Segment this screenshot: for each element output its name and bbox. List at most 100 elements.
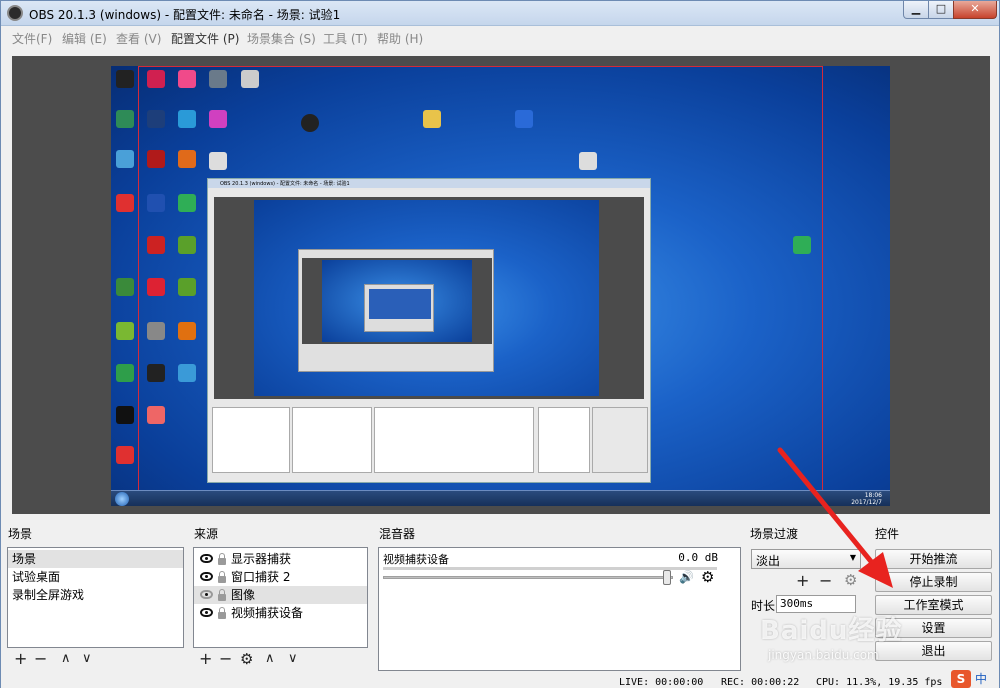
volume-slider-track[interactable] xyxy=(383,576,673,579)
menu-file[interactable]: 文件(F) xyxy=(12,30,52,47)
source-item[interactable]: 视频捕获设备 xyxy=(194,604,367,622)
nested-preview xyxy=(214,197,644,399)
desktop-app-icon xyxy=(178,194,196,212)
desktop-app-icon xyxy=(579,152,597,170)
start-streaming-button[interactable]: 开始推流 xyxy=(875,549,992,569)
baidu-watermark-logo: Baidu经验 xyxy=(760,616,903,646)
desktop-app-icon xyxy=(147,236,165,254)
visibility-eye-icon[interactable] xyxy=(200,554,213,563)
status-bar: LIVE: 00:00:00 REC: 00:00:22 CPU: 11.3%,… xyxy=(1,677,999,688)
desktop-app-icon xyxy=(178,322,196,340)
speaker-mute-icon[interactable]: 🔊 xyxy=(679,570,694,584)
hidden-eye-icon[interactable] xyxy=(200,590,213,599)
obs-desktop-icon xyxy=(301,114,319,132)
remove-source-button[interactable]: − xyxy=(219,650,232,668)
stop-recording-button[interactable]: 停止录制 xyxy=(875,572,992,592)
desktop-app-icon xyxy=(116,70,134,88)
remove-scene-button[interactable]: − xyxy=(34,650,47,668)
tray-clock: 18:06 2017/12/7 xyxy=(851,492,882,506)
desktop-app-icon xyxy=(178,278,196,296)
source-properties-gear-icon[interactable]: ⚙ xyxy=(240,650,253,668)
nested-obs-window-level3 xyxy=(364,284,434,332)
scenes-list[interactable]: 场景 试验桌面 录制全屏游戏 xyxy=(7,547,184,648)
menu-view[interactable]: 查看 (V) xyxy=(116,30,161,47)
lock-icon[interactable] xyxy=(218,607,226,619)
desktop-app-icon xyxy=(147,278,165,296)
menu-scene-collection[interactable]: 场景集合 (S) xyxy=(247,30,316,47)
transition-select[interactable]: 淡出 ▼ xyxy=(751,549,861,569)
desktop-app-icon xyxy=(178,236,196,254)
ime-mode-indicator[interactable]: 中 xyxy=(975,670,987,687)
lock-icon[interactable] xyxy=(218,553,226,565)
lock-icon[interactable] xyxy=(218,571,226,583)
nested-controls-panel xyxy=(592,407,648,473)
menu-tools[interactable]: 工具 (T) xyxy=(323,30,368,47)
move-scene-up-button[interactable]: ∧ xyxy=(61,650,71,668)
baidu-watermark-url: jingyan.baidu.com xyxy=(768,648,879,662)
nested-obs-window: OBS 20.1.3 (windows) - 配置文件: 未命名 - 场景: 试… xyxy=(207,178,651,483)
menu-edit[interactable]: 编辑 (E) xyxy=(62,30,107,47)
visibility-eye-icon[interactable] xyxy=(200,572,213,581)
scene-item[interactable]: 场景 xyxy=(8,550,183,568)
title-bar[interactable]: OBS 20.1.3 (windows) - 配置文件: 未命名 - 场景: 试… xyxy=(1,1,999,26)
desktop-app-icon xyxy=(178,150,196,168)
nested-mixer-panel xyxy=(374,407,534,473)
menu-profile[interactable]: 配置文件 (P) xyxy=(171,30,239,47)
obs-logo-icon xyxy=(7,5,23,21)
sources-list[interactable]: 显示器捕获 窗口捕获 2 图像 视频捕获设备 xyxy=(193,547,368,648)
menu-help[interactable]: 帮助 (H) xyxy=(377,30,423,47)
scene-item[interactable]: 试验桌面 xyxy=(8,568,183,586)
move-source-up-button[interactable]: ∧ xyxy=(265,650,275,668)
nested-obs-window-level2 xyxy=(298,249,494,372)
desktop-app-icon xyxy=(147,194,165,212)
lock-icon[interactable] xyxy=(218,589,226,601)
close-button[interactable]: ✕ xyxy=(953,1,997,19)
desktop-app-icon xyxy=(116,446,134,464)
nested-transitions-panel xyxy=(538,407,590,473)
captured-taskbar: 18:06 2017/12/7 xyxy=(111,490,890,506)
source-label: 图像 xyxy=(231,588,256,602)
desktop-app-icon xyxy=(515,110,533,128)
desktop-app-icon xyxy=(116,150,134,168)
minimize-button[interactable]: ▁ xyxy=(903,1,929,19)
mixer-dock-header: 混音器 xyxy=(376,525,741,543)
scene-item[interactable]: 录制全屏游戏 xyxy=(8,586,183,604)
source-item[interactable]: 显示器捕获 xyxy=(194,550,367,568)
sources-dock-header: 来源 xyxy=(191,525,371,543)
desktop-app-icon xyxy=(147,364,165,382)
captured-desktop: OBS 20.1.3 (windows) - 配置文件: 未命名 - 场景: 试… xyxy=(111,66,890,506)
add-scene-button[interactable]: + xyxy=(14,650,27,668)
selection-frame-right xyxy=(822,66,823,506)
nested-desktop xyxy=(254,200,599,396)
desktop-app-icon xyxy=(178,110,196,128)
source-item[interactable]: 窗口捕获 2 xyxy=(194,568,367,586)
desktop-app-icon xyxy=(147,406,165,424)
transitions-dock-header: 场景过渡 xyxy=(747,525,867,543)
selection-frame-top xyxy=(138,66,823,67)
visibility-eye-icon[interactable] xyxy=(200,608,213,617)
preview-canvas[interactable]: OBS 20.1.3 (windows) - 配置文件: 未命名 - 场景: 试… xyxy=(12,56,990,514)
source-label: 窗口捕获 2 xyxy=(231,570,291,584)
remove-transition-button[interactable]: − xyxy=(819,572,832,590)
transition-gear-icon[interactable]: ⚙ xyxy=(844,571,857,589)
move-scene-down-button[interactable]: ∨ xyxy=(82,650,92,668)
maximize-button[interactable]: □ xyxy=(928,1,954,19)
volume-slider-handle[interactable] xyxy=(663,570,671,585)
menu-bar: 文件(F) 编辑 (E) 查看 (V) 配置文件 (P) 场景集合 (S) 工具… xyxy=(1,27,999,48)
add-source-button[interactable]: + xyxy=(199,650,212,668)
mixer-level-readout: 0.0 dB xyxy=(678,551,718,564)
mixer-gear-icon[interactable]: ⚙ xyxy=(701,568,714,586)
desktop-app-icon xyxy=(147,70,165,88)
controls-dock-header: 控件 xyxy=(872,525,998,543)
recycle-bin-icon xyxy=(241,70,259,88)
move-source-down-button[interactable]: ∨ xyxy=(288,650,298,668)
desktop-app-icon xyxy=(116,406,134,424)
window-title: OBS 20.1.3 (windows) - 配置文件: 未命名 - 场景: 试… xyxy=(29,8,341,22)
selection-frame-left xyxy=(138,66,139,506)
sogou-ime-icon[interactable]: S xyxy=(951,670,971,688)
nested-sources-panel xyxy=(292,407,372,473)
desktop-app-icon xyxy=(116,194,134,212)
add-transition-button[interactable]: + xyxy=(796,572,809,590)
nested-title: OBS 20.1.3 (windows) - 配置文件: 未命名 - 场景: 试… xyxy=(220,181,350,187)
source-item[interactable]: 图像 xyxy=(194,586,367,604)
